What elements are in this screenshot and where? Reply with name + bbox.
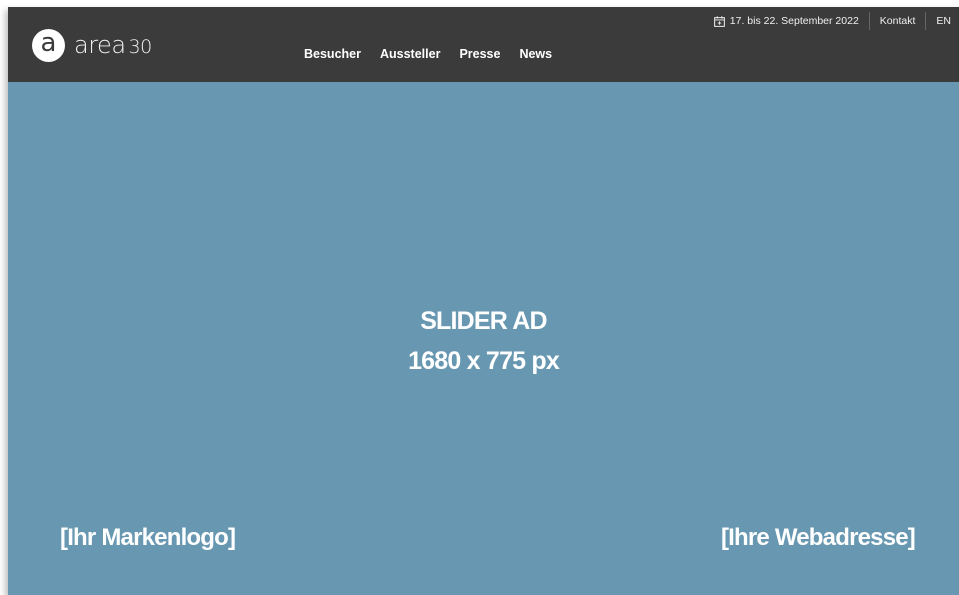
event-date[interactable]: 17. bis 22. September 2022 — [713, 15, 859, 27]
slider-title: SLIDER AD — [420, 307, 547, 335]
page-frame: a area 30 Besucher Aussteller Presse News — [8, 7, 959, 595]
nav-item-news[interactable]: News — [519, 47, 552, 61]
area30-logo[interactable]: a area 30 — [32, 27, 152, 63]
logo-wordmark: area 30 — [74, 31, 152, 59]
nav-item-presse[interactable]: Presse — [459, 47, 500, 61]
contact-link[interactable]: Kontakt — [880, 15, 916, 27]
divider — [868, 12, 870, 30]
calendar-icon — [713, 15, 725, 27]
main-nav: Besucher Aussteller Presse News — [304, 47, 552, 61]
brand-logo-placeholder: [Ihr Markenlogo] — [60, 524, 236, 551]
divider — [925, 12, 927, 30]
logo-mark: a — [32, 28, 65, 62]
language-switch[interactable]: EN — [936, 15, 951, 27]
event-date-text: 17. bis 22. September 2022 — [729, 15, 859, 27]
site-header: a area 30 Besucher Aussteller Presse News — [8, 7, 959, 82]
slider-size: 1680 x 775 px — [408, 347, 560, 375]
web-address-placeholder: [Ihre Webadresse] — [720, 524, 916, 551]
nav-item-besucher[interactable]: Besucher — [304, 47, 361, 61]
nav-item-aussteller[interactable]: Aussteller — [380, 47, 440, 61]
utility-bar: 17. bis 22. September 2022 Kontakt EN — [713, 12, 951, 30]
